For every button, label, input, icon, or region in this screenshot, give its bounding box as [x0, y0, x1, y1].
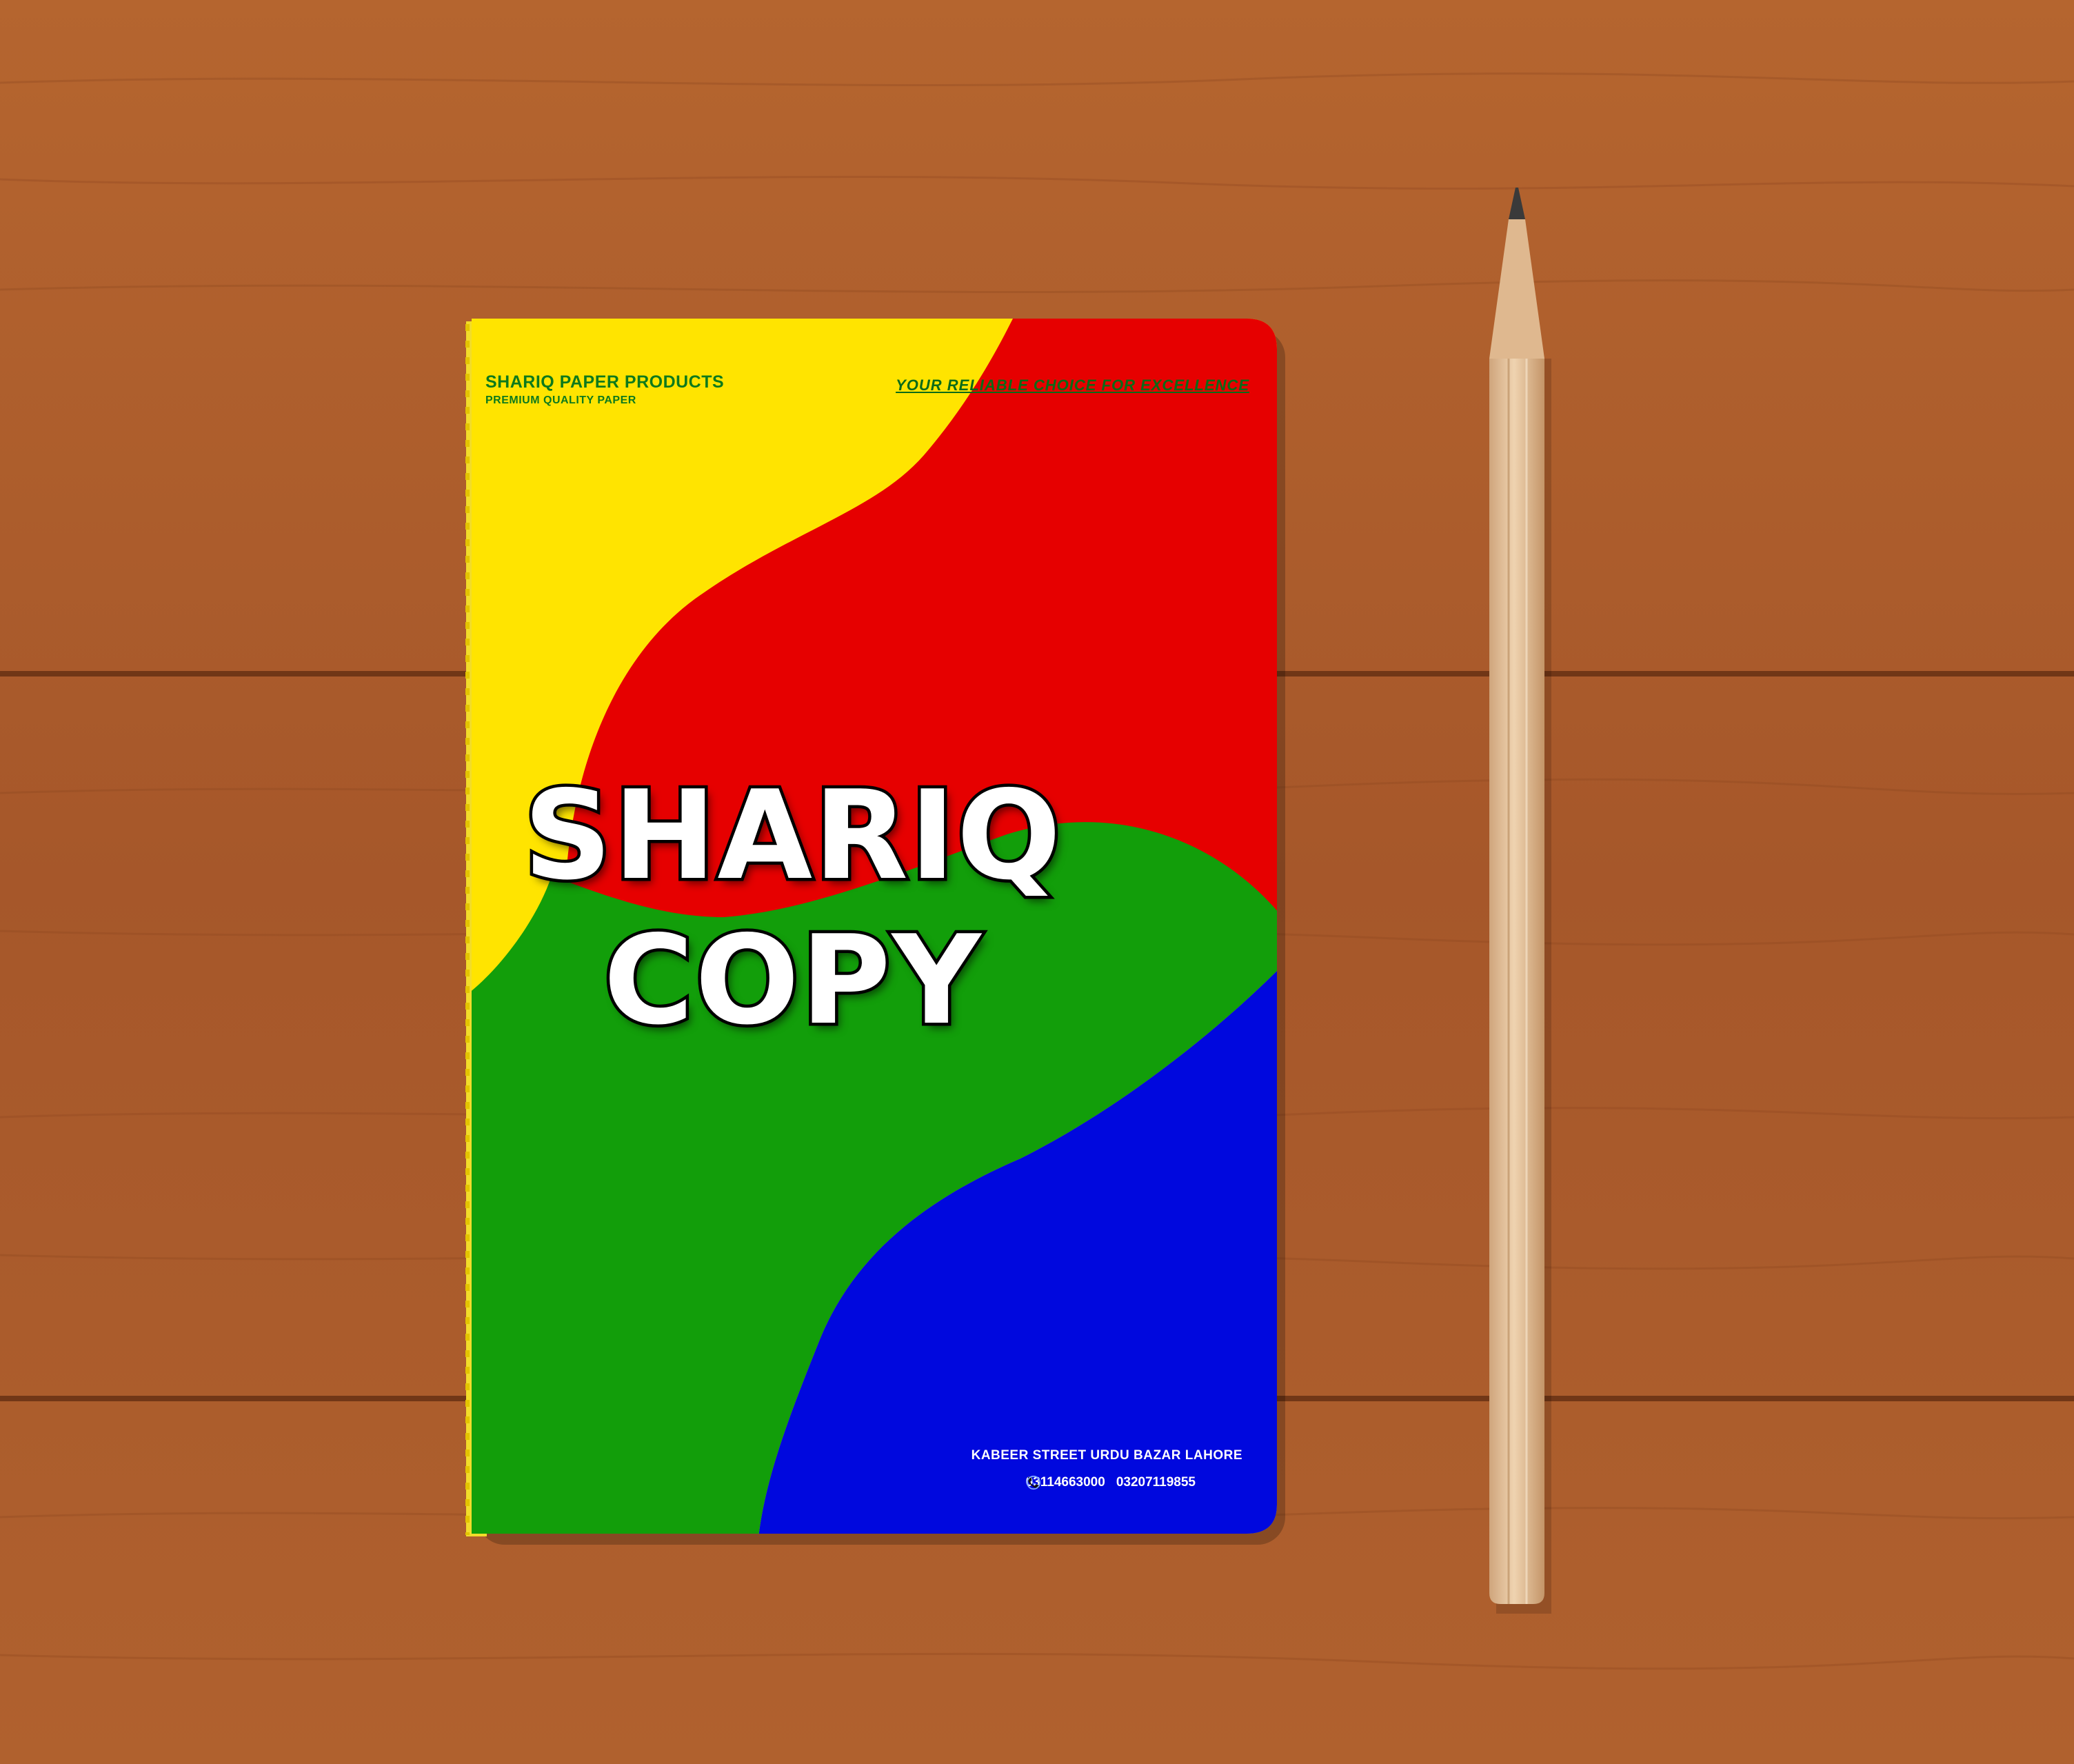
brand-name: SHARIQ PAPER PRODUCTS: [485, 372, 725, 392]
photo-scene: SHARIQ PAPER PRODUCTS PREMIUM QUALITY PA…: [0, 0, 2074, 1764]
pencil: [1489, 188, 1551, 1614]
whatsapp-contact: 03207119855: [1026, 1475, 1196, 1490]
contact-row: 03114663000 03207119855: [1026, 1475, 1196, 1490]
pencil-body: [1489, 359, 1544, 1604]
brand-subtitle: PREMIUM QUALITY PAPER: [485, 394, 636, 406]
address: KABEER STREET URDU BAZAR LAHORE: [971, 1448, 1242, 1463]
whatsapp-icon: [1026, 1475, 1040, 1490]
tagline: YOUR RELIABLE CHOICE FOR EXCELLENCE: [896, 377, 1249, 394]
cover-title-line1: SHARIQ: [521, 761, 1065, 910]
cover-title-line2: COPY: [601, 906, 984, 1055]
whatsapp-number: 03207119855: [1116, 1475, 1196, 1490]
